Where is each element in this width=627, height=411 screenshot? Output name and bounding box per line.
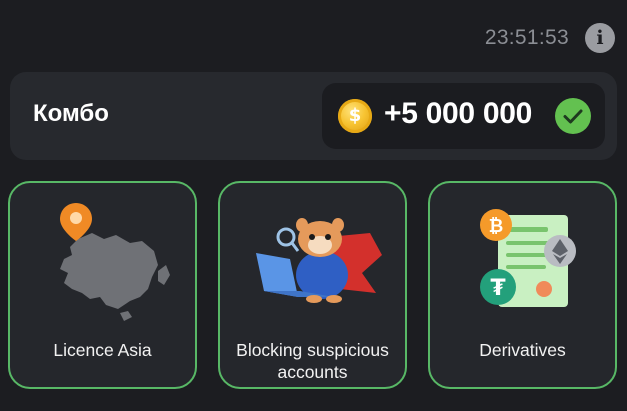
check-circle-icon <box>555 98 591 134</box>
svg-text:₮: ₮ <box>490 276 506 301</box>
reward-amount: +5 000 000 <box>384 97 532 130</box>
combo-reward: $ +5 000 000 <box>322 83 605 149</box>
combo-title: Комбо <box>33 100 109 127</box>
coin-icon: $ <box>338 99 372 133</box>
info-icon[interactable]: i <box>585 23 615 53</box>
top-bar: 23:51:53 i <box>0 0 627 72</box>
daily-combo-card: Комбо $ +5 000 000 <box>10 72 617 160</box>
combo-card-blocking-suspicious-accounts[interactable]: Blocking suspicious accounts <box>218 181 407 389</box>
crypto-document-icon: ₿ ₮ <box>440 193 605 323</box>
asia-map-pin-icon <box>20 193 185 323</box>
coin-symbol: $ <box>348 105 362 126</box>
combo-timer: 23:51:53 <box>484 26 569 49</box>
combo-card-licence-asia[interactable]: Licence Asia <box>8 181 197 389</box>
hamster-hero-laptop-icon <box>230 193 395 323</box>
svg-text:₿: ₿ <box>489 216 504 237</box>
card-label: Licence Asia <box>53 340 152 360</box>
card-label: Derivatives <box>479 340 566 360</box>
combo-card-derivatives[interactable]: ₿ ₮ Derivatives <box>428 181 617 389</box>
card-label: Blocking suspicious accounts <box>236 340 389 382</box>
